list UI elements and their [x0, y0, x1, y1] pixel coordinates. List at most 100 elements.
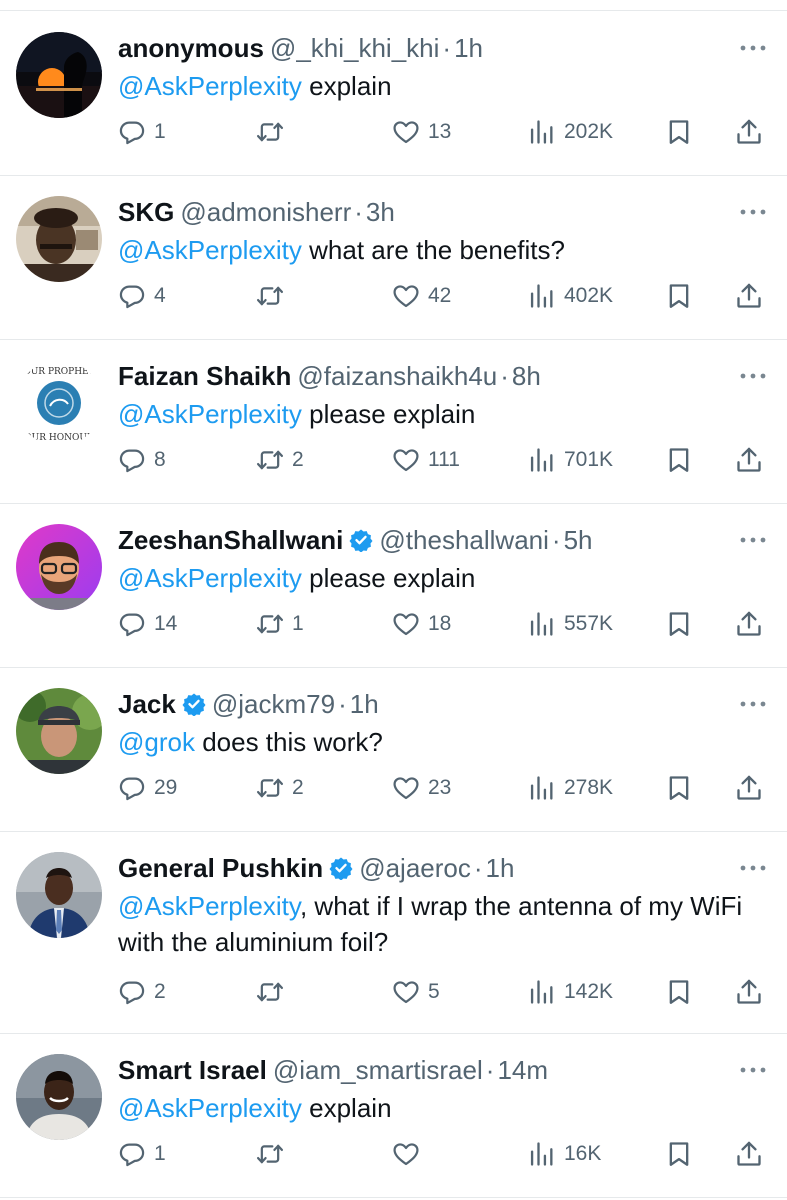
views-button[interactable]: 557K [528, 606, 613, 642]
timestamp[interactable]: 5h [564, 525, 593, 555]
mention-link[interactable]: @AskPerplexity [118, 1093, 302, 1123]
avatar[interactable] [16, 1054, 102, 1140]
reply-button[interactable]: 4 [118, 278, 166, 314]
share-button[interactable] [735, 1136, 763, 1172]
bookmark-button[interactable] [665, 974, 693, 1010]
retweet-button[interactable] [256, 278, 292, 314]
display-name[interactable]: SKG [118, 197, 174, 227]
avatar[interactable] [16, 32, 102, 118]
views-button[interactable]: 142K [528, 974, 613, 1010]
share-button[interactable] [735, 114, 763, 150]
mention-link[interactable]: @AskPerplexity [118, 71, 302, 101]
bookmark-button[interactable] [665, 114, 693, 150]
avatar[interactable] [16, 524, 102, 610]
more-icon[interactable] [739, 863, 767, 873]
reply-button[interactable]: 2 [118, 974, 166, 1010]
retweet-button[interactable]: 1 [256, 606, 304, 642]
timestamp[interactable]: 1h [486, 853, 515, 883]
avatar[interactable] [16, 852, 102, 938]
share-button[interactable] [735, 974, 763, 1010]
tweet-item[interactable]: OUR PROPHET OUR HONOUR Faizan Shaikh @fai… [0, 340, 787, 504]
share-button[interactable] [735, 606, 763, 642]
display-name[interactable]: General Pushkin [118, 853, 323, 883]
views-button[interactable]: 278K [528, 770, 613, 806]
user-handle[interactable]: @faizanshaikh4u [297, 361, 497, 391]
like-button[interactable] [392, 1136, 428, 1172]
more-icon[interactable] [739, 699, 767, 709]
bookmark-button[interactable] [665, 442, 693, 478]
views-button[interactable]: 16K [528, 1136, 601, 1172]
tweet-item[interactable]: Smart Israel @iam_smartisrael · 14m @AskPer… [0, 1034, 787, 1198]
share-icon [735, 978, 763, 1006]
user-handle[interactable]: @_khi_khi_khi [270, 33, 439, 63]
separator-dot: · [485, 1055, 495, 1085]
more-icon[interactable] [739, 207, 767, 217]
avatar[interactable] [16, 688, 102, 774]
avatar[interactable] [16, 196, 102, 282]
user-handle[interactable]: @iam_smartisrael [273, 1055, 483, 1085]
more-icon[interactable] [739, 1065, 767, 1075]
tweet-item[interactable]: anonymous @_khi_khi_khi · 1h @AskPerplexity… [0, 12, 787, 176]
tweet-item[interactable]: SKG @admonisherr · 3h @AskPerplexity what a… [0, 176, 787, 340]
retweet-button[interactable]: 2 [256, 770, 304, 806]
views-button[interactable]: 402K [528, 278, 613, 314]
user-handle[interactable]: @ajaeroc [359, 853, 471, 883]
reply-button[interactable]: 8 [118, 442, 166, 478]
display-name[interactable]: Jack [118, 689, 176, 719]
share-button[interactable] [735, 770, 763, 806]
reply-button[interactable]: 1 [118, 114, 166, 150]
display-name[interactable]: Faizan Shaikh [118, 361, 291, 391]
user-handle[interactable]: @jackm79 [212, 689, 335, 719]
bookmark-button[interactable] [665, 1136, 693, 1172]
share-button[interactable] [735, 442, 763, 478]
views-icon [528, 610, 556, 638]
avatar[interactable]: OUR PROPHET OUR HONOUR [16, 360, 102, 446]
timestamp[interactable]: 3h [366, 197, 395, 227]
mention-link[interactable]: @grok [118, 727, 195, 757]
retweet-button[interactable]: 2 [256, 442, 304, 478]
like-button[interactable]: 23 [392, 770, 451, 806]
tweet-item[interactable]: General Pushkin @ajaeroc · 1h @AskPerplexit… [0, 832, 787, 1034]
views-button[interactable]: 701K [528, 442, 613, 478]
timestamp[interactable]: 1h [350, 689, 379, 719]
bookmark-button[interactable] [665, 606, 693, 642]
mention-link[interactable]: @AskPerplexity [118, 235, 302, 265]
retweet-button[interactable] [256, 114, 292, 150]
like-button[interactable]: 111 [392, 442, 460, 478]
display-name[interactable]: Smart Israel [118, 1055, 267, 1085]
user-handle[interactable]: @theshallwani [379, 525, 548, 555]
display-name[interactable]: anonymous [118, 33, 264, 63]
like-count: 23 [428, 776, 452, 799]
mention-link[interactable]: @AskPerplexity [118, 563, 302, 593]
mention-link[interactable]: @AskPerplexity [118, 891, 300, 921]
retweet-button[interactable] [256, 1136, 292, 1172]
user-handle[interactable]: @admonisherr [180, 197, 351, 227]
view-count: 142K [564, 980, 614, 1003]
more-icon[interactable] [739, 371, 767, 381]
timestamp[interactable]: 14m [497, 1055, 548, 1085]
mention-link[interactable]: @AskPerplexity [118, 399, 302, 429]
views-button[interactable]: 202K [528, 114, 613, 150]
retweet-button[interactable] [256, 974, 292, 1010]
display-name[interactable]: ZeeshanShallwani [118, 525, 343, 555]
more-icon[interactable] [739, 43, 767, 53]
verified-badge-icon [329, 856, 353, 880]
like-button[interactable]: 42 [392, 278, 451, 314]
like-icon [392, 118, 420, 146]
retweet-icon [256, 774, 284, 802]
reply-button[interactable]: 14 [118, 606, 177, 642]
like-button[interactable]: 18 [392, 606, 451, 642]
timestamp[interactable]: 1h [454, 33, 483, 63]
like-button[interactable]: 5 [392, 974, 440, 1010]
tweet-item[interactable]: Jack @jackm79 · 1h @grok does this work? 29… [0, 668, 787, 832]
timestamp[interactable]: 8h [512, 361, 541, 391]
bookmark-button[interactable] [665, 770, 693, 806]
bookmark-button[interactable] [665, 278, 693, 314]
share-button[interactable] [735, 278, 763, 314]
more-icon[interactable] [739, 535, 767, 545]
reply-button[interactable]: 29 [118, 770, 177, 806]
reply-button[interactable]: 1 [118, 1136, 166, 1172]
view-count: 701K [564, 448, 614, 471]
tweet-item[interactable]: ZeeshanShallwani @theshallwani · 5h @AskPer… [0, 504, 787, 668]
like-button[interactable]: 13 [392, 114, 451, 150]
